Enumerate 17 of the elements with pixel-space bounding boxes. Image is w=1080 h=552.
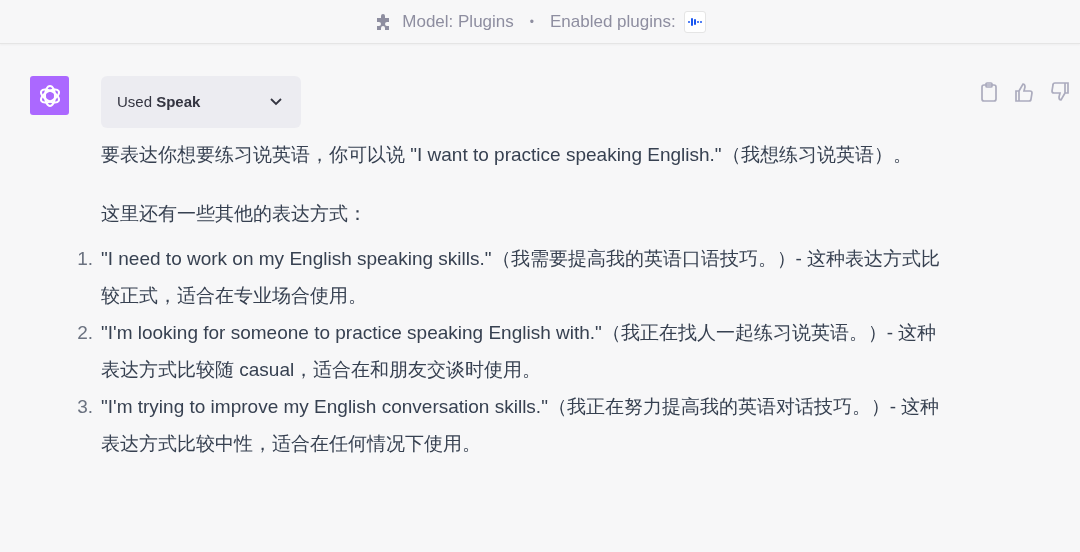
list-item-text: "I'm looking for someone to practice speaking English with."（我正在找人一起练习说英语。）- 这种表达方式比较随 casual，适合在和朋友交谈时使用。	[101, 321, 938, 382]
thumbs-down-icon[interactable]	[1050, 82, 1070, 102]
list-number: 1.	[76, 247, 94, 271]
enabled-plugins-label: Enabled plugins:	[550, 10, 676, 33]
model-label: Model: Plugins	[402, 10, 514, 33]
thumbs-up-icon[interactable]	[1014, 82, 1034, 102]
assistant-avatar	[30, 76, 69, 115]
intro-paragraph: 要表达你想要练习说英语，你可以说 "I want to practice speaking English."（我想练习说英语）。	[101, 143, 913, 167]
list-number: 3.	[76, 395, 94, 419]
lead-in-text: 这里还有一些其他的表达方式：	[101, 202, 368, 226]
list-item-text: "I need to work on my English speaking skills."（我需要提高我的英语口语技巧。）- 这种表达方式比较正式，适合在专业场合使用。	[101, 247, 942, 308]
separator-dot: •	[529, 13, 534, 31]
list-item-text: "I'm trying to improve my English conversation skills."（我正在努力提高我的英语对话技巧。）- 这种表达方式比较中性，适合在任何情况下使用。	[101, 395, 941, 456]
plugin-toggle-button[interactable]: Used Speak	[101, 76, 301, 128]
plugin-icon[interactable]	[683, 10, 706, 33]
clipboard-icon[interactable]	[980, 82, 998, 102]
list-number: 2.	[76, 321, 94, 345]
